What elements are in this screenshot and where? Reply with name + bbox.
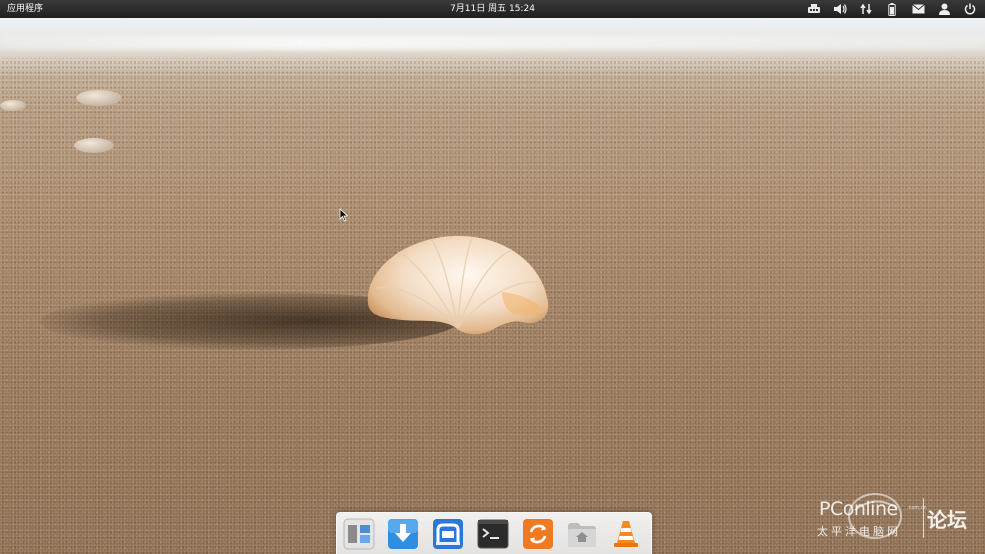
transfer-icon[interactable] <box>857 0 875 18</box>
top-panel: 应用程序 7月11日 周五 15:24 <box>0 0 985 18</box>
multitasking-view-icon[interactable] <box>343 518 375 550</box>
home-folder-icon[interactable] <box>566 518 598 550</box>
power-icon[interactable] <box>961 0 979 18</box>
user-icon[interactable] <box>935 0 953 18</box>
indicator-area <box>797 0 979 18</box>
software-center-icon[interactable] <box>432 518 464 550</box>
network-icon[interactable] <box>805 0 823 18</box>
mail-icon[interactable] <box>909 0 927 18</box>
volume-icon[interactable] <box>831 0 849 18</box>
watermark-subtitle: 太平洋电脑网 <box>817 525 901 538</box>
wallpaper-pebble <box>74 138 114 153</box>
battery-icon[interactable] <box>883 0 901 18</box>
desktop: 应用程序 7月11日 周五 15:24 PConline .com.cn 太平洋… <box>0 0 985 554</box>
wallpaper-sea <box>0 36 985 50</box>
wallpaper-pebble <box>76 90 122 106</box>
mouse-pointer-icon <box>339 208 348 222</box>
watermark-divider <box>923 498 924 538</box>
terminal-icon[interactable] <box>477 518 509 550</box>
download-manager-icon[interactable] <box>387 518 419 550</box>
watermark-brand: PConline <box>819 498 898 520</box>
dock <box>336 512 652 554</box>
vlc-icon[interactable] <box>610 518 642 550</box>
wallpaper-pebble <box>0 100 26 111</box>
watermark: PConline .com.cn 太平洋电脑网 论坛 <box>817 490 985 550</box>
wallpaper-seashell <box>367 235 549 335</box>
watermark-forum: 论坛 <box>927 508 967 532</box>
update-manager-icon[interactable] <box>522 518 554 550</box>
